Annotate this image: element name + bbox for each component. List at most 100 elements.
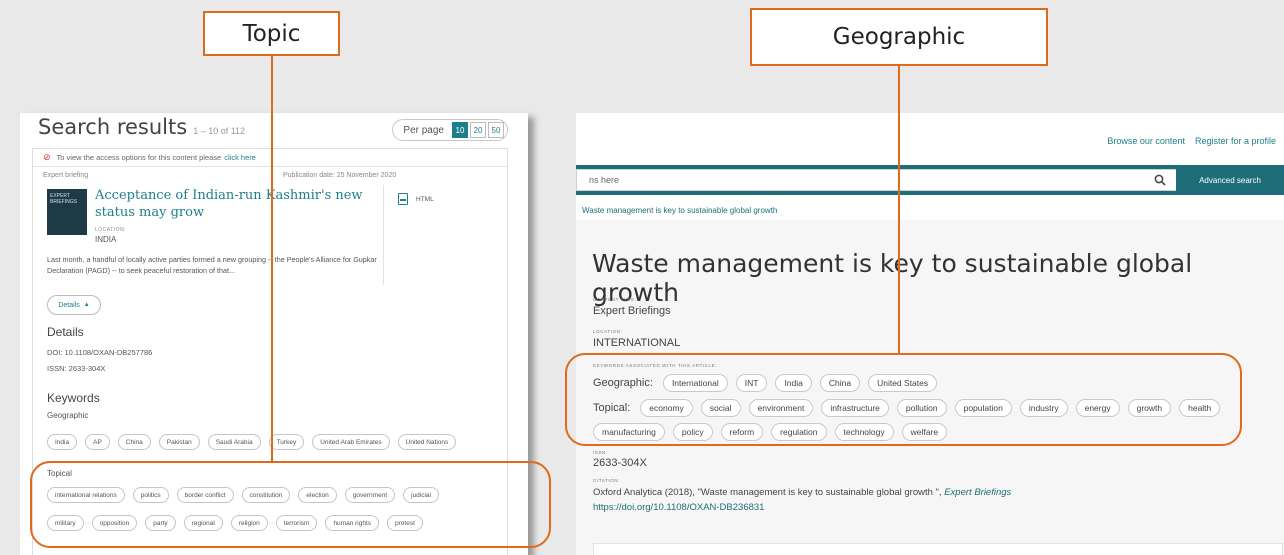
publication-date: Publication date: 25 November 2020 xyxy=(283,172,397,179)
geographic-keywords: India AP China Pakistan Saudi Arabia Tur… xyxy=(47,434,457,450)
location-label: Location: xyxy=(593,329,623,334)
keyword-pill[interactable]: party xyxy=(145,515,176,531)
no-access-icon: ⊘ xyxy=(43,152,51,162)
keyword-pill[interactable]: politics xyxy=(132,487,169,503)
topical-label: Topical xyxy=(47,469,72,478)
keyword-pill[interactable]: pollution xyxy=(896,399,947,417)
article-page-panel: Browse our content Register for a profil… xyxy=(576,113,1284,555)
keyword-pill[interactable]: India xyxy=(47,434,78,450)
keyword-pill[interactable]: welfare xyxy=(901,423,948,441)
article-title: Waste management is key to sustainable g… xyxy=(592,249,1193,307)
topical-keywords-row-1: Topical: economy social environment infr… xyxy=(593,399,1221,417)
location-value: INTERNATIONAL xyxy=(593,337,681,349)
details-button-label: Details xyxy=(58,301,80,309)
keyword-pill[interactable]: human rights xyxy=(325,515,380,531)
citation: Oxford Analytica (2018), "Waste manageme… xyxy=(593,485,1273,515)
citation-label: Citation: xyxy=(593,478,620,483)
keyword-pill[interactable]: social xyxy=(700,399,741,417)
result-title-link[interactable]: Acceptance of Indian-run Kashmir's new s… xyxy=(95,187,385,221)
keyword-pill[interactable]: India xyxy=(775,374,812,392)
content-type: Expert briefing xyxy=(43,172,89,179)
per-page-selector: Per page 10 20 50 xyxy=(392,119,508,141)
keyword-pill[interactable]: judicial xyxy=(403,487,439,503)
result-snippet: Last month, a handful of locally active … xyxy=(47,255,377,275)
citation-doi-link[interactable]: https://doi.org/10.1108/OXAN-DB236831 xyxy=(593,502,764,513)
result-card: ⊘ To view the access options for this co… xyxy=(32,148,508,555)
keyword-pill[interactable]: opposition xyxy=(91,515,138,531)
keywords-label: Keywords associated with this article: xyxy=(593,363,718,368)
browse-content-link[interactable]: Browse our content xyxy=(1107,136,1185,146)
keyword-pill[interactable]: health xyxy=(1179,399,1221,417)
per-page-label: Per page xyxy=(403,124,444,136)
per-page-option-50[interactable]: 50 xyxy=(488,122,504,138)
keyword-pill[interactable]: border conflict xyxy=(176,487,234,503)
document-icon xyxy=(398,193,408,205)
keyword-pill[interactable]: terrorism xyxy=(275,515,318,531)
keyword-pill[interactable]: reform xyxy=(720,423,764,441)
result-count: 1 – 10 of 112 xyxy=(193,126,246,136)
keyword-pill[interactable]: military xyxy=(47,515,84,531)
location-value: INDIA xyxy=(95,235,117,244)
keyword-pill[interactable]: regional xyxy=(183,515,223,531)
keyword-pill[interactable]: manufacturing xyxy=(593,423,665,441)
keyword-pill[interactable]: economy xyxy=(640,399,693,417)
top-nav-links: Browse our content Register for a profil… xyxy=(1107,136,1276,146)
keyword-pill[interactable]: United States xyxy=(868,374,938,392)
briefing-thumbnail[interactable]: EXPERT BRIEFINGS xyxy=(47,189,87,235)
citation-journal: Expert Briefings xyxy=(944,487,1012,498)
access-notice: ⊘ To view the access options for this co… xyxy=(33,149,507,167)
keyword-pill[interactable]: energy xyxy=(1075,399,1120,417)
keyword-pill[interactable]: religion xyxy=(230,515,268,531)
keyword-pill[interactable]: population xyxy=(954,399,1012,417)
search-results-panel: Search results 1 – 10 of 112 Per page 10… xyxy=(20,113,528,555)
keyword-pill[interactable]: environment xyxy=(748,399,814,417)
thumbnail-text: EXPERT BRIEFINGS xyxy=(50,193,77,205)
breadcrumb[interactable]: Waste management is key to sustainable g… xyxy=(582,206,777,215)
keyword-pill[interactable]: International xyxy=(662,374,728,392)
details-toggle-button[interactable]: Details ▲ xyxy=(47,295,101,315)
keyword-pill[interactable]: policy xyxy=(672,423,713,441)
search-results-header: Search results 1 – 10 of 112 xyxy=(38,115,245,139)
per-page-option-20[interactable]: 20 xyxy=(470,122,486,138)
per-page-option-10[interactable]: 10 xyxy=(452,122,468,138)
keyword-pill[interactable]: China xyxy=(117,434,151,450)
search-input[interactable]: ns here xyxy=(576,169,1176,191)
details-heading: Details xyxy=(47,325,84,339)
search-icon[interactable] xyxy=(1154,174,1166,186)
result-meta: Expert briefing Publication date: 25 Nov… xyxy=(43,172,497,179)
keyword-pill[interactable]: Pakistan xyxy=(158,434,200,450)
issn-value: 2633-304X xyxy=(593,457,647,469)
access-link[interactable]: click here xyxy=(224,153,256,162)
register-profile-link[interactable]: Register for a profile xyxy=(1195,136,1276,146)
topical-keywords-row-2: manufacturing policy reform regulation t… xyxy=(593,423,948,441)
topic-callout: Topic xyxy=(203,11,340,56)
keyword-pill[interactable]: regulation xyxy=(771,423,827,441)
keyword-pill[interactable]: constitution xyxy=(241,487,291,503)
geographic-callout-line xyxy=(898,66,900,354)
keyword-pill[interactable]: United Nations xyxy=(397,434,457,450)
geographic-keywords: Geographic: International INT India Chin… xyxy=(593,374,938,392)
keyword-pill[interactable]: industry xyxy=(1019,399,1068,417)
search-placeholder: ns here xyxy=(589,175,620,185)
keyword-pill[interactable]: international relations xyxy=(47,487,125,503)
issn-label: ISSN: xyxy=(593,450,608,455)
keyword-pill[interactable]: infrastructure xyxy=(821,399,889,417)
keyword-pill[interactable]: Turkey xyxy=(268,434,305,450)
geographic-callout: Geographic xyxy=(750,8,1048,66)
html-format-link[interactable]: HTML xyxy=(398,193,434,205)
html-label: HTML xyxy=(416,195,434,203)
keyword-pill[interactable]: INT xyxy=(735,374,768,392)
keyword-pill[interactable]: growth xyxy=(1127,399,1172,417)
keyword-pill[interactable]: Saudi Arabia xyxy=(207,434,261,450)
keyword-pill[interactable]: government xyxy=(344,487,396,503)
access-text: To view the access options for this cont… xyxy=(56,153,222,162)
keyword-pill[interactable]: technology xyxy=(834,423,894,441)
keyword-pill[interactable]: election xyxy=(298,487,337,503)
advanced-search-button[interactable]: Advanced search xyxy=(1176,169,1284,191)
keyword-pill[interactable]: protest xyxy=(387,515,423,531)
content-type-label: Content type: xyxy=(593,297,637,302)
topical-keywords-row-1: international relations politics border … xyxy=(47,487,439,503)
keyword-pill[interactable]: United Arab Emirates xyxy=(312,434,390,450)
keyword-pill[interactable]: China xyxy=(819,374,861,392)
keyword-pill[interactable]: AP xyxy=(85,434,110,450)
